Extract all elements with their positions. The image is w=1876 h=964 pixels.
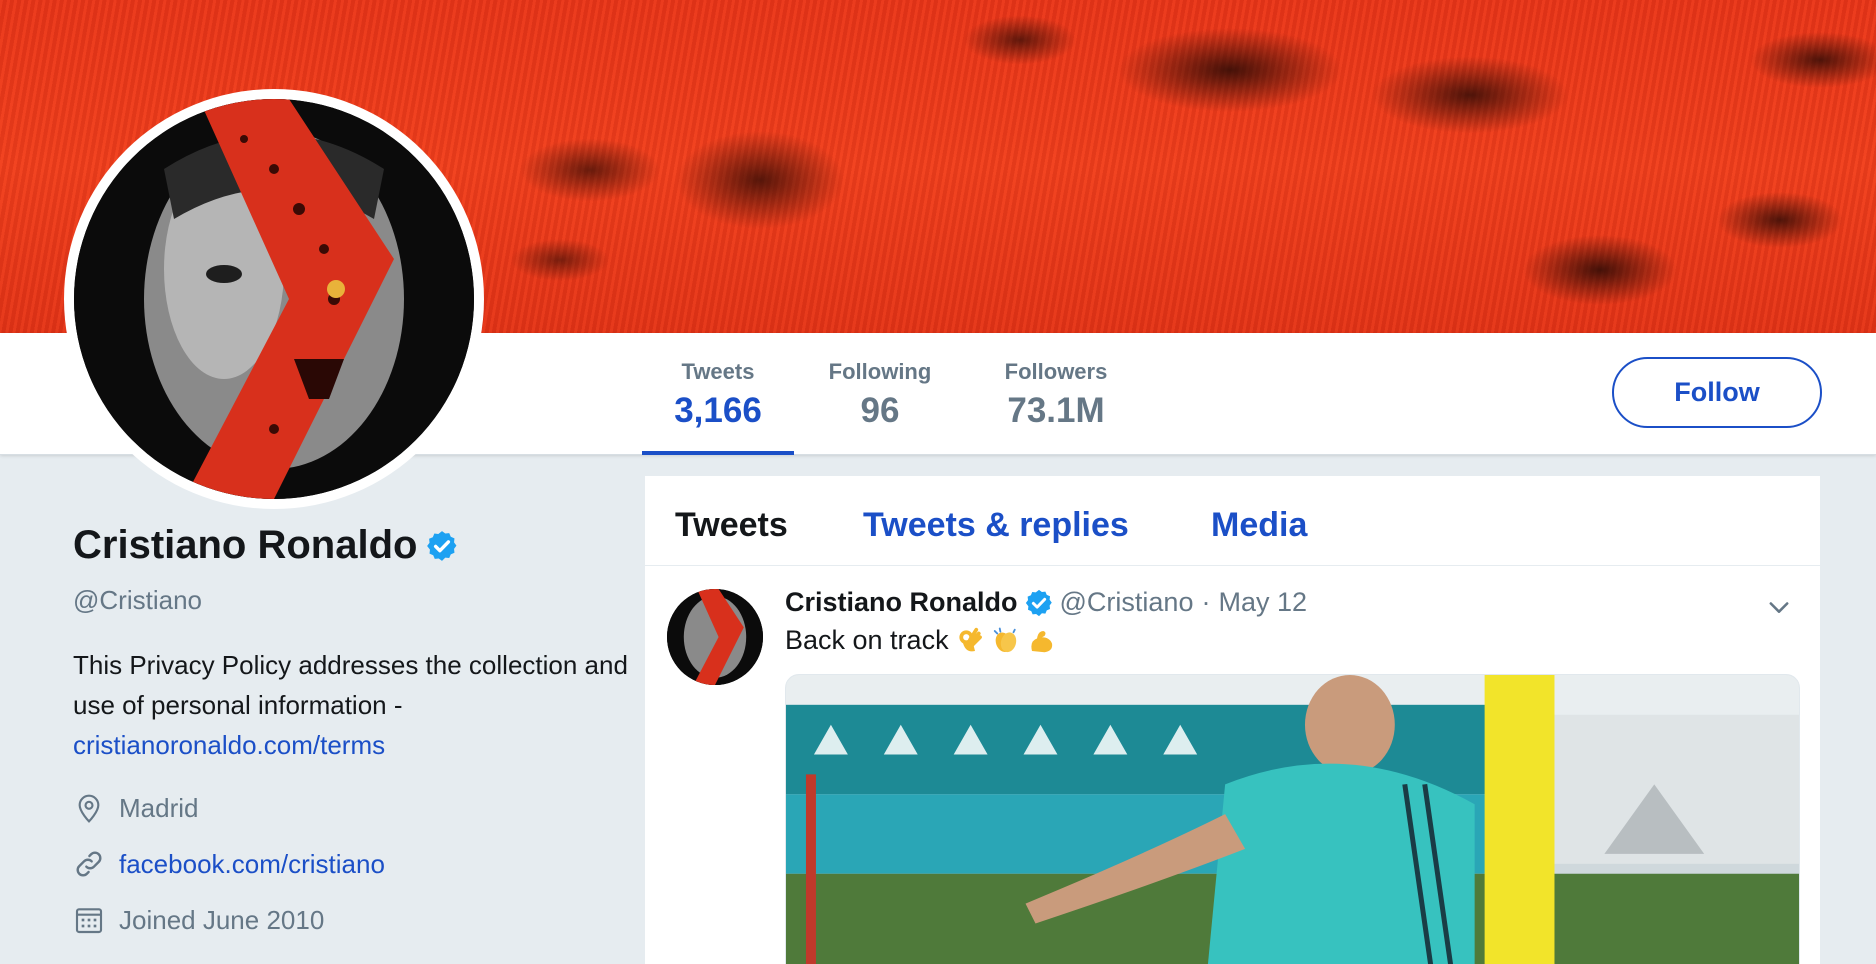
chevron-down-icon[interactable] xyxy=(1765,593,1793,621)
flexed-biceps-emoji xyxy=(1030,630,1052,652)
stat-followers-label: Followers xyxy=(1004,359,1108,384)
stat-followers[interactable]: Followers 73.1M xyxy=(988,333,1124,455)
tweet[interactable]: Cristiano Ronaldo @Cristiano · May 12 Ba… xyxy=(645,567,1820,964)
tweet-date[interactable]: May 12 xyxy=(1218,587,1307,618)
tab-media[interactable]: Media xyxy=(1211,506,1307,545)
follow-button[interactable]: Follow xyxy=(1612,357,1822,428)
tweet-avatar[interactable] xyxy=(667,589,763,685)
location-pin-icon xyxy=(78,794,100,823)
tweet-text-content: Back on track xyxy=(785,625,949,655)
ok-hand-emoji xyxy=(958,627,982,651)
link-icon xyxy=(76,851,102,877)
tweet-avatar-image xyxy=(667,589,763,685)
calendar-icon xyxy=(75,908,103,934)
tweet-photo-image xyxy=(786,675,1799,964)
stat-following[interactable]: Following 96 xyxy=(814,333,946,455)
clapping-hands-emoji xyxy=(993,627,1016,652)
profile-name-text: Cristiano Ronaldo xyxy=(73,523,418,567)
profile-joined: Joined June 2010 xyxy=(73,904,324,936)
profile-location: Madrid xyxy=(73,792,198,824)
stat-following-label: Following xyxy=(828,359,932,384)
timeline: Tweets Tweets & replies Media Cristiano … xyxy=(645,476,1820,964)
stat-tweets[interactable]: Tweets 3,166 xyxy=(642,333,794,455)
profile-bio: This Privacy Policy addresses the collec… xyxy=(73,645,633,765)
tab-tweets-and-replies[interactable]: Tweets & replies xyxy=(863,506,1129,545)
profile-handle[interactable]: @Cristiano xyxy=(73,585,202,616)
verified-badge-icon xyxy=(1025,589,1052,616)
verified-badge-icon xyxy=(427,530,457,561)
location-text: Madrid xyxy=(119,792,199,823)
profile-website: facebook.com/cristiano xyxy=(73,848,385,880)
tweet-media-photo[interactable] xyxy=(785,674,1800,964)
tweet-text: Back on track xyxy=(785,625,1057,656)
bio-text: This Privacy Policy addresses the collec… xyxy=(73,650,628,720)
avatar-image xyxy=(74,99,474,499)
profile-avatar[interactable] xyxy=(64,89,484,509)
stat-tweets-label: Tweets xyxy=(681,359,755,384)
joined-text: Joined June 2010 xyxy=(119,904,325,935)
website-link[interactable]: facebook.com/cristiano xyxy=(119,849,385,880)
stat-tweets-value: 3,166 xyxy=(674,391,762,430)
tweet-author[interactable]: Cristiano Ronaldo xyxy=(785,587,1018,618)
tweet-handle[interactable]: @Cristiano xyxy=(1060,587,1194,618)
stat-following-value: 96 xyxy=(860,391,900,430)
stat-followers-value: 73.1M xyxy=(1007,391,1105,430)
profile-name: Cristiano Ronaldo xyxy=(73,523,459,568)
tweet-header: Cristiano Ronaldo @Cristiano · May 12 xyxy=(785,587,1307,618)
timeline-tabs: Tweets Tweets & replies Media xyxy=(645,476,1820,566)
tab-tweets[interactable]: Tweets xyxy=(675,506,788,545)
bio-terms-link[interactable]: cristianoronaldo.com/terms xyxy=(73,730,385,760)
tweet-separator: · xyxy=(1201,587,1211,617)
